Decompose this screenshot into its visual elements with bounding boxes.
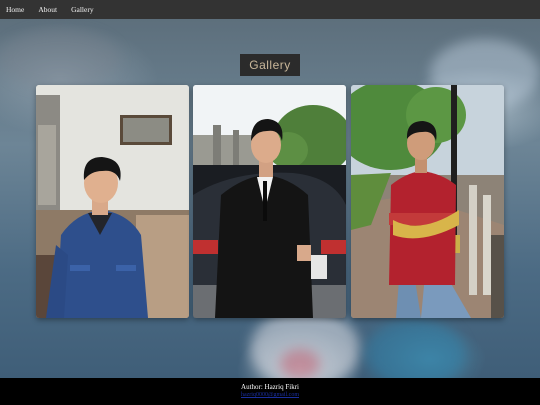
gallery-photo-2[interactable] [193, 85, 346, 318]
page-title: Gallery [240, 54, 300, 76]
gallery-photo-1[interactable] [36, 85, 189, 318]
nav-about-link[interactable]: About [38, 5, 57, 14]
gallery-photo-3[interactable] [351, 85, 504, 318]
nav-home-link[interactable]: Home [6, 5, 24, 14]
footer-author: Author: Hazriq Fikri [241, 383, 299, 391]
photo-gallery [36, 85, 504, 318]
photo-red-jersey [351, 85, 504, 318]
footer-email-link[interactable]: hazriq0000@gmail.com [0, 392, 540, 398]
photo-suit-car [193, 85, 346, 318]
nav-gallery-link[interactable]: Gallery [71, 5, 94, 14]
page-footer: Author: Hazriq Fikri hazriq0000@gmail.co… [0, 378, 540, 405]
photo-denim-jacket [36, 85, 189, 318]
top-navbar: Home About Gallery [0, 0, 540, 19]
